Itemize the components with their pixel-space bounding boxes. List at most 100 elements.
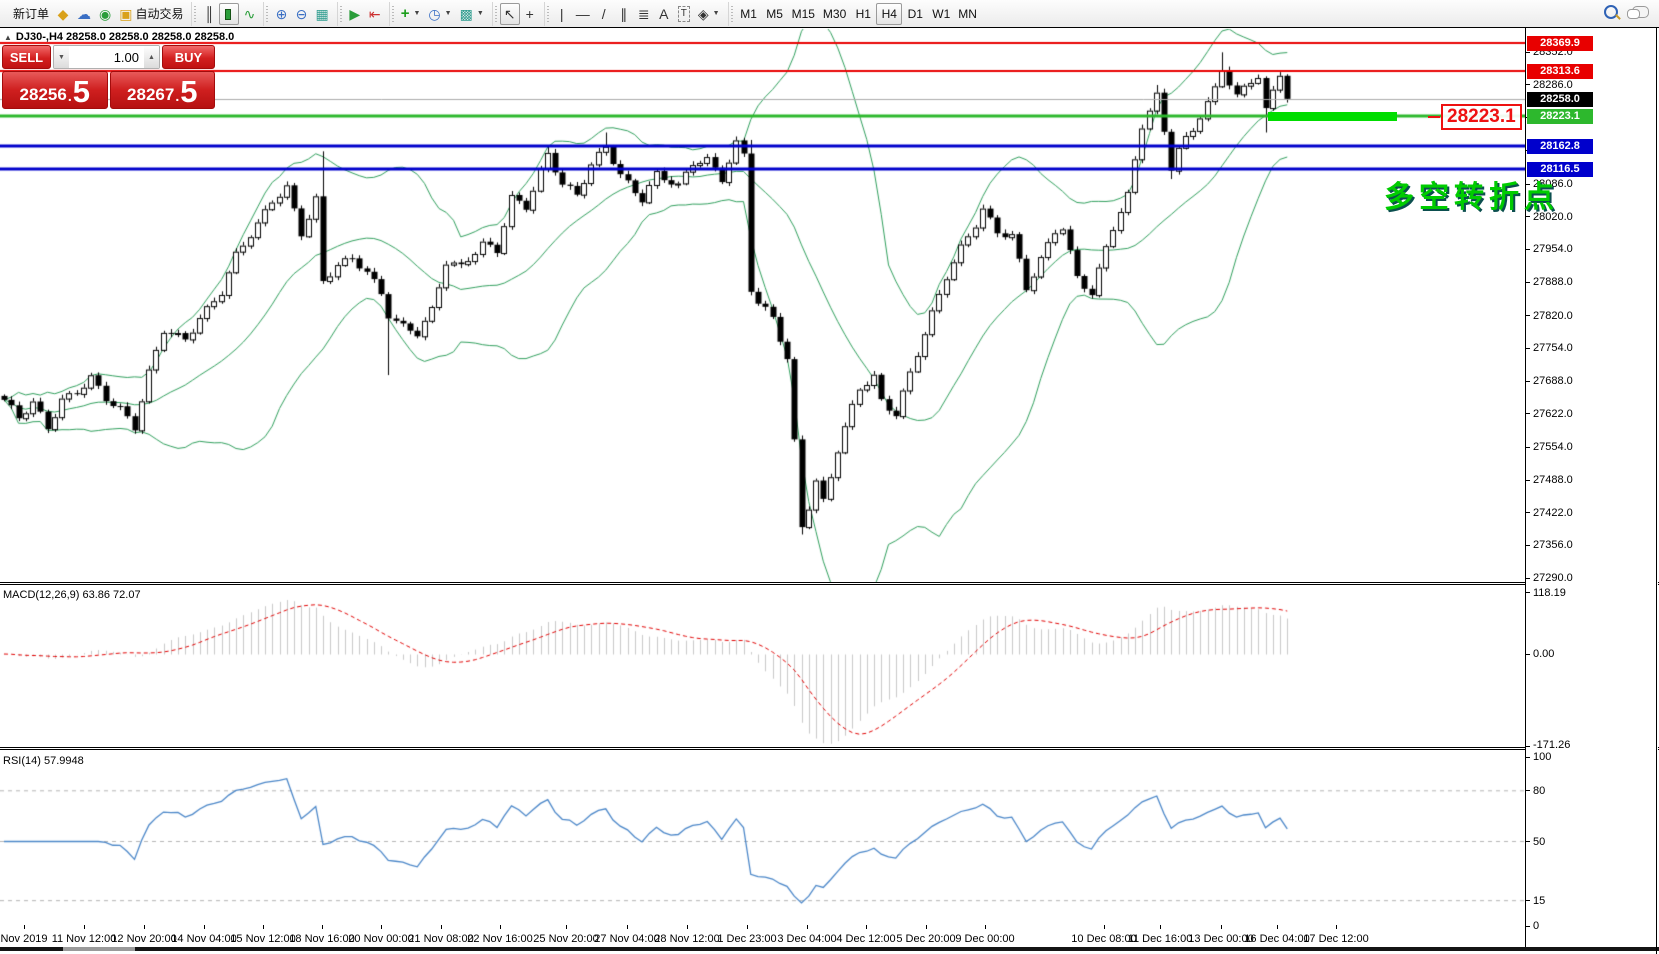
toolbar-group: ║∿ — [191, 2, 263, 26]
timeframe-m30-label: M30 — [823, 7, 846, 21]
timeframe-m1[interactable]: M1 — [736, 3, 762, 25]
new-order-button[interactable]: 新订单 — [9, 3, 53, 25]
timeframe-h1[interactable]: H1 — [850, 3, 876, 25]
dropdown-arrow-icon[interactable]: ▼ — [413, 10, 420, 17]
fibonacci-icon[interactable]: ≣ — [634, 3, 654, 25]
rsi-panel-separator[interactable] — [0, 747, 1659, 750]
sell-price-button[interactable]: 28256 . 5 — [2, 71, 108, 109]
sell-button[interactable]: SELL — [2, 45, 51, 69]
toolbar: 新订单◆☁◉▣自动交易║∿⊕⊖▦▶⇤+▼◷▼▩▼↖+|—/∥≣AT◈▼M1M5M… — [0, 0, 1659, 27]
time-tick-mark — [747, 925, 748, 929]
bar-chart-icon: ║ — [205, 7, 215, 21]
time-tick-mark — [204, 925, 205, 929]
axis-tick-mark — [1526, 52, 1530, 53]
time-tick-mark — [807, 925, 808, 929]
line-chart-icon[interactable]: ∿ — [239, 3, 259, 25]
candlestick-chart-icon[interactable] — [219, 3, 239, 25]
axis-tick-mark — [1526, 841, 1530, 842]
chart-shift-icon[interactable]: ⇤ — [365, 3, 385, 25]
timeframe-m30[interactable]: M30 — [819, 3, 850, 25]
toolbar-group: ↖+ — [492, 2, 544, 26]
volume-value[interactable]: 1.00 — [69, 46, 144, 68]
sell-price-dot: . — [68, 87, 72, 105]
rsi-axis-label: 80 — [1533, 785, 1545, 797]
time-tick-mark — [381, 925, 382, 929]
periods-icon[interactable]: ◷▼ — [424, 3, 455, 25]
time-tick-mark — [985, 925, 986, 929]
macd-panel-separator[interactable] — [0, 582, 1659, 585]
timeframe-mn[interactable]: MN — [954, 3, 981, 25]
time-tick-mark — [926, 925, 927, 929]
text-label-icon[interactable]: T — [674, 3, 694, 25]
time-axis[interactable]: Nov 201911 Nov 12:0012 Nov 20:0014 Nov 0… — [0, 925, 1659, 947]
time-tick-label: 11 Dec 16:00 — [1128, 933, 1193, 945]
price-tick-label: 27290.0 — [1533, 572, 1573, 584]
crosshair-icon[interactable]: + — [520, 3, 540, 25]
tile-windows-icon[interactable]: ▦ — [311, 3, 332, 25]
zoom-in-icon[interactable]: ⊕ — [271, 3, 291, 25]
search-icon[interactable] — [1604, 5, 1618, 19]
axis-tick-mark — [1526, 315, 1530, 316]
volume-down-button[interactable]: ▼ — [54, 46, 69, 68]
price-tick-label: 27688.0 — [1533, 375, 1573, 387]
timeframe-m15[interactable]: M15 — [788, 3, 819, 25]
auto-scroll-icon[interactable]: ▶ — [345, 3, 365, 25]
time-tick-label: 1 Dec 23:00 — [717, 933, 776, 945]
zoom-out-icon[interactable]: ⊖ — [291, 3, 311, 25]
h-scrollbar-thumb[interactable] — [63, 947, 135, 951]
indicators-icon[interactable]: +▼ — [397, 3, 425, 25]
trendline-icon[interactable]: / — [594, 3, 614, 25]
volume-stepper: ▼ 1.00 ▲ — [53, 45, 160, 69]
vertical-line-icon: | — [560, 7, 564, 21]
macd-axis-label: 0.00 — [1533, 648, 1554, 660]
time-tick-label: 22 Nov 16:00 — [467, 933, 532, 945]
timeframe-w1[interactable]: W1 — [928, 3, 954, 25]
axis-tick-mark — [1526, 746, 1530, 747]
indicators-icon: + — [401, 7, 410, 21]
chart-title: ▲ DJ30-,H4 28258.0 28258.0 28258.0 28258… — [4, 31, 234, 43]
timeframe-h4[interactable]: H4 — [876, 3, 902, 25]
text-icon[interactable]: A — [654, 3, 674, 25]
toolbar-group: +▼◷▼▩▼ — [389, 2, 492, 26]
dropdown-arrow-icon[interactable]: ▼ — [477, 10, 484, 17]
time-tick-mark — [24, 925, 25, 929]
line-chart-icon: ∿ — [244, 7, 256, 21]
support-highlight-bar[interactable] — [1268, 112, 1397, 121]
buy-price-button[interactable]: 28267 . 5 — [110, 71, 216, 109]
horizontal-line-icon[interactable]: — — [572, 3, 594, 25]
time-tick-mark — [322, 925, 323, 929]
auto-scroll-icon: ▶ — [349, 7, 360, 21]
profile-icon[interactable]: ☁ — [73, 3, 95, 25]
timeframe-m5[interactable]: M5 — [762, 3, 788, 25]
shapes-icon: ◈ — [698, 7, 709, 21]
volume-up-button[interactable]: ▲ — [144, 46, 159, 68]
sell-price-main: 28256 — [20, 85, 67, 105]
vertical-line-icon[interactable]: | — [552, 3, 572, 25]
time-tick-mark — [1104, 925, 1105, 929]
chart-annotation-text[interactable]: 多空转折点 — [1384, 172, 1559, 216]
chat-icon[interactable] — [1632, 6, 1649, 18]
templates-icon[interactable]: ▩▼ — [456, 3, 488, 25]
price-callout-label[interactable]: 28223.1 — [1441, 104, 1522, 130]
profile-icon: ☁ — [77, 7, 91, 21]
time-tick-mark — [263, 925, 264, 929]
editor-icon[interactable]: ◆ — [53, 3, 73, 25]
chart-canvas[interactable] — [0, 28, 1525, 954]
dropdown-arrow-icon[interactable]: ▼ — [713, 10, 720, 17]
shapes-icon[interactable]: ◈▼ — [694, 3, 724, 25]
equidistant-channel-icon[interactable]: ∥ — [614, 3, 634, 25]
rsi-axis-label: 100 — [1533, 751, 1551, 763]
axis-tick-mark — [1526, 926, 1530, 927]
dropdown-arrow-icon[interactable]: ▼ — [445, 10, 452, 17]
fibonacci-icon: ≣ — [638, 7, 650, 21]
price-axis[interactable]: 28352.028286.028220.028154.028086.028020… — [1525, 28, 1658, 948]
bar-chart-icon[interactable]: ║ — [199, 3, 219, 25]
time-tick-label: 20 Nov 00:00 — [348, 933, 413, 945]
news-signal-icon[interactable]: ◉ — [95, 3, 115, 25]
buy-button[interactable]: BUY — [162, 45, 215, 69]
h-scrollbar[interactable] — [0, 947, 1659, 951]
macd-indicator-label: MACD(12,26,9) 63.86 72.07 — [3, 589, 141, 601]
timeframe-d1[interactable]: D1 — [902, 3, 928, 25]
cursor-icon[interactable]: ↖ — [500, 3, 520, 25]
autotrading-button[interactable]: ▣自动交易 — [115, 3, 187, 25]
